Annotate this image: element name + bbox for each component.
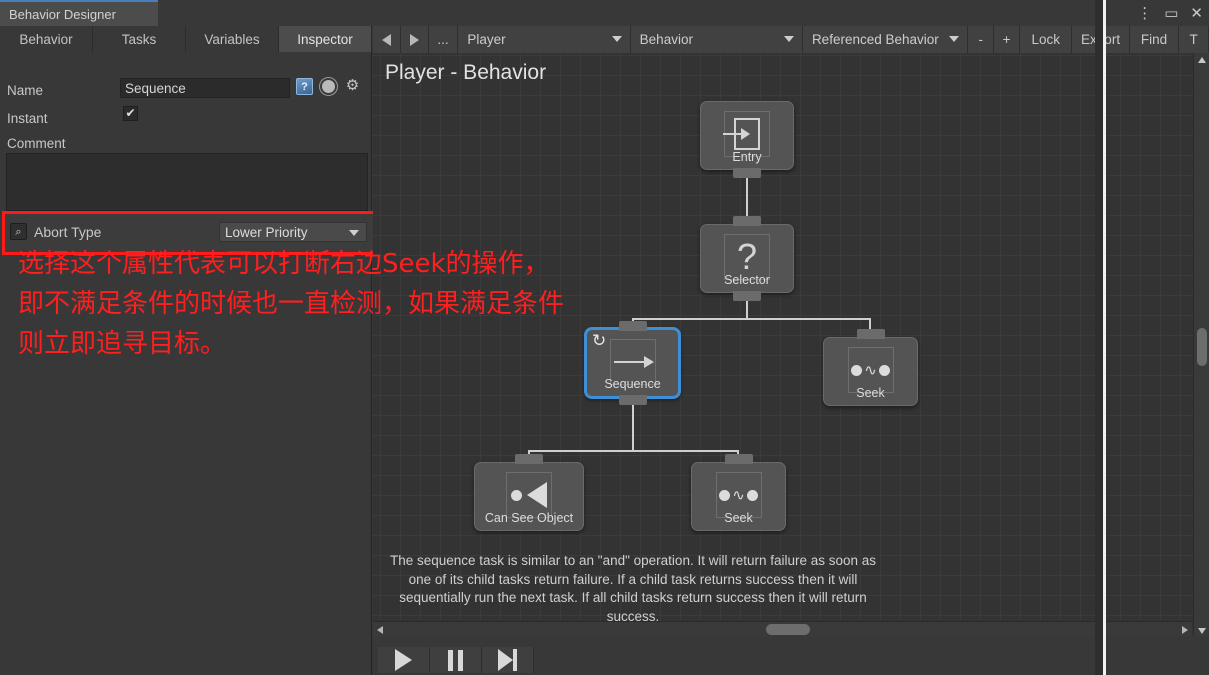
close-icon[interactable]: ✕ bbox=[1190, 6, 1203, 21]
find-button[interactable]: Find bbox=[1129, 26, 1180, 53]
play-button[interactable] bbox=[378, 647, 430, 673]
horizontal-scroll-thumb[interactable] bbox=[766, 624, 810, 635]
connector-selector-horizontal bbox=[632, 318, 871, 320]
abort-type-highlight-box bbox=[2, 211, 380, 255]
referenced-behavior-dropdown[interactable]: Referenced Behavior bbox=[802, 26, 969, 53]
behavior-dropdown[interactable]: Behavior bbox=[630, 26, 803, 53]
node-connector-top[interactable] bbox=[515, 454, 543, 464]
horizontal-scrollbar[interactable] bbox=[373, 621, 1192, 636]
window-tab-behavior-designer[interactable]: Behavior Designer bbox=[0, 0, 158, 26]
node-can-see-object[interactable]: Can See Object bbox=[474, 454, 584, 531]
referenced-behavior-value: Referenced Behavior bbox=[811, 32, 939, 47]
playback-buttons bbox=[378, 647, 534, 673]
node-connector-bottom[interactable] bbox=[733, 168, 761, 178]
name-input[interactable]: Sequence bbox=[120, 78, 290, 98]
add-button[interactable]: + bbox=[994, 26, 1020, 53]
vertical-scrollbar[interactable] bbox=[1193, 53, 1209, 638]
nav-back-button[interactable] bbox=[373, 26, 401, 53]
node-seek-child-label: Seek bbox=[724, 511, 753, 525]
instant-label: Instant bbox=[7, 111, 48, 126]
tools-button[interactable]: T bbox=[1179, 26, 1209, 53]
chevron-down-icon bbox=[611, 36, 622, 42]
behavior-dropdown-value: Behavior bbox=[639, 32, 693, 47]
tab-tasks-label: Tasks bbox=[121, 31, 157, 47]
node-sequence[interactable]: ↻ Sequence bbox=[585, 321, 680, 405]
object-dropdown-value: Player bbox=[467, 32, 506, 47]
playback-bar bbox=[373, 636, 1209, 675]
node-seek-right[interactable]: ∿ Seek bbox=[823, 329, 918, 406]
window-edge-line bbox=[1103, 0, 1106, 675]
connector-sequence-horizontal bbox=[528, 450, 737, 452]
scroll-right-icon[interactable] bbox=[1182, 626, 1188, 634]
step-forward-button[interactable] bbox=[482, 647, 534, 673]
tab-behavior-label: Behavior bbox=[19, 31, 73, 47]
inspector-panel: Behavior Tasks Variables Inspector Name … bbox=[0, 26, 380, 675]
maximize-icon[interactable]: ▭ bbox=[1164, 6, 1178, 21]
comment-textarea[interactable] bbox=[6, 153, 368, 211]
arrow-left-icon bbox=[381, 33, 391, 46]
window-controls: ⋮ ▭ ✕ bbox=[1137, 2, 1203, 24]
gear-icon[interactable]: ⚙ bbox=[344, 78, 361, 95]
node-selector-label: Selector bbox=[724, 273, 770, 287]
instant-checkbox[interactable]: ✔ bbox=[123, 106, 138, 121]
inspector-tabbar: Behavior Tasks Variables Inspector bbox=[0, 26, 372, 52]
pause-button[interactable] bbox=[430, 647, 482, 673]
node-seek-child[interactable]: ∿ Seek bbox=[691, 454, 786, 531]
node-connector-bottom[interactable] bbox=[733, 291, 761, 301]
scroll-left-icon[interactable] bbox=[377, 626, 383, 634]
connector-sequence-down bbox=[632, 398, 634, 451]
pause-icon bbox=[448, 649, 463, 671]
graph-toolbar: ... Player Behavior Referenced Behavior … bbox=[373, 26, 1209, 53]
tab-variables-label: Variables bbox=[204, 31, 260, 47]
scroll-down-icon[interactable] bbox=[1198, 628, 1206, 634]
node-connector-top[interactable] bbox=[724, 454, 753, 464]
object-dropdown[interactable]: Player bbox=[458, 26, 631, 53]
tab-behavior[interactable]: Behavior bbox=[0, 26, 93, 52]
graph-title: Player - Behavior bbox=[385, 61, 547, 84]
arrow-right-icon bbox=[409, 33, 419, 46]
tab-inspector[interactable]: Inspector bbox=[279, 26, 372, 52]
behavior-designer-window: Behavior Designer ⋮ ▭ ✕ Behavior Tasks V… bbox=[0, 0, 1209, 675]
preset-circle-icon[interactable] bbox=[320, 78, 337, 95]
nav-forward-button[interactable] bbox=[400, 26, 429, 53]
node-connector-bottom[interactable] bbox=[618, 395, 647, 405]
window-tab-label: Behavior Designer bbox=[9, 6, 116, 22]
node-entry[interactable]: Entry bbox=[700, 101, 794, 178]
node-can-see-object-label: Can See Object bbox=[484, 511, 574, 525]
node-connector-top[interactable] bbox=[618, 321, 647, 331]
tab-tasks[interactable]: Tasks bbox=[93, 26, 186, 52]
node-connector-top[interactable] bbox=[856, 329, 885, 339]
breadcrumb-ellipsis[interactable]: ... bbox=[428, 26, 459, 53]
node-sequence-label: Sequence bbox=[604, 377, 661, 391]
node-seek-right-label: Seek bbox=[856, 386, 885, 400]
play-icon bbox=[395, 649, 412, 671]
chevron-down-icon bbox=[783, 36, 794, 42]
window-edge-shadow bbox=[1095, 0, 1103, 675]
graph-canvas[interactable]: Player - Behavior Entry ? Selector ↻ Seq… bbox=[373, 53, 1209, 638]
inspector-icon-group: ? ⚙ bbox=[296, 78, 361, 95]
abort-arrow-icon: ↻ bbox=[592, 331, 607, 350]
vertical-scroll-thumb[interactable] bbox=[1197, 328, 1207, 366]
window-tabstrip: Behavior Designer ⋮ ▭ ✕ bbox=[0, 0, 1209, 26]
name-input-value: Sequence bbox=[125, 80, 186, 96]
kebab-menu-icon[interactable]: ⋮ bbox=[1137, 6, 1152, 21]
node-connector-top[interactable] bbox=[733, 216, 761, 226]
graph-canvas-wrap: Player - Behavior Entry ? Selector ↻ Seq… bbox=[373, 53, 1209, 675]
step-forward-icon bbox=[498, 649, 517, 671]
name-label: Name bbox=[7, 83, 44, 98]
help-icon[interactable]: ? bbox=[296, 78, 313, 95]
node-selector[interactable]: ? Selector bbox=[700, 216, 794, 301]
task-description: The sequence task is similar to an "and"… bbox=[389, 553, 877, 624]
tab-variables[interactable]: Variables bbox=[186, 26, 279, 52]
scroll-up-icon[interactable] bbox=[1198, 57, 1206, 63]
node-entry-label: Entry bbox=[732, 150, 762, 164]
remove-button[interactable]: - bbox=[968, 26, 995, 53]
tab-inspector-label: Inspector bbox=[297, 31, 353, 47]
chevron-down-icon bbox=[949, 36, 960, 42]
lock-button[interactable]: Lock bbox=[1020, 26, 1073, 53]
